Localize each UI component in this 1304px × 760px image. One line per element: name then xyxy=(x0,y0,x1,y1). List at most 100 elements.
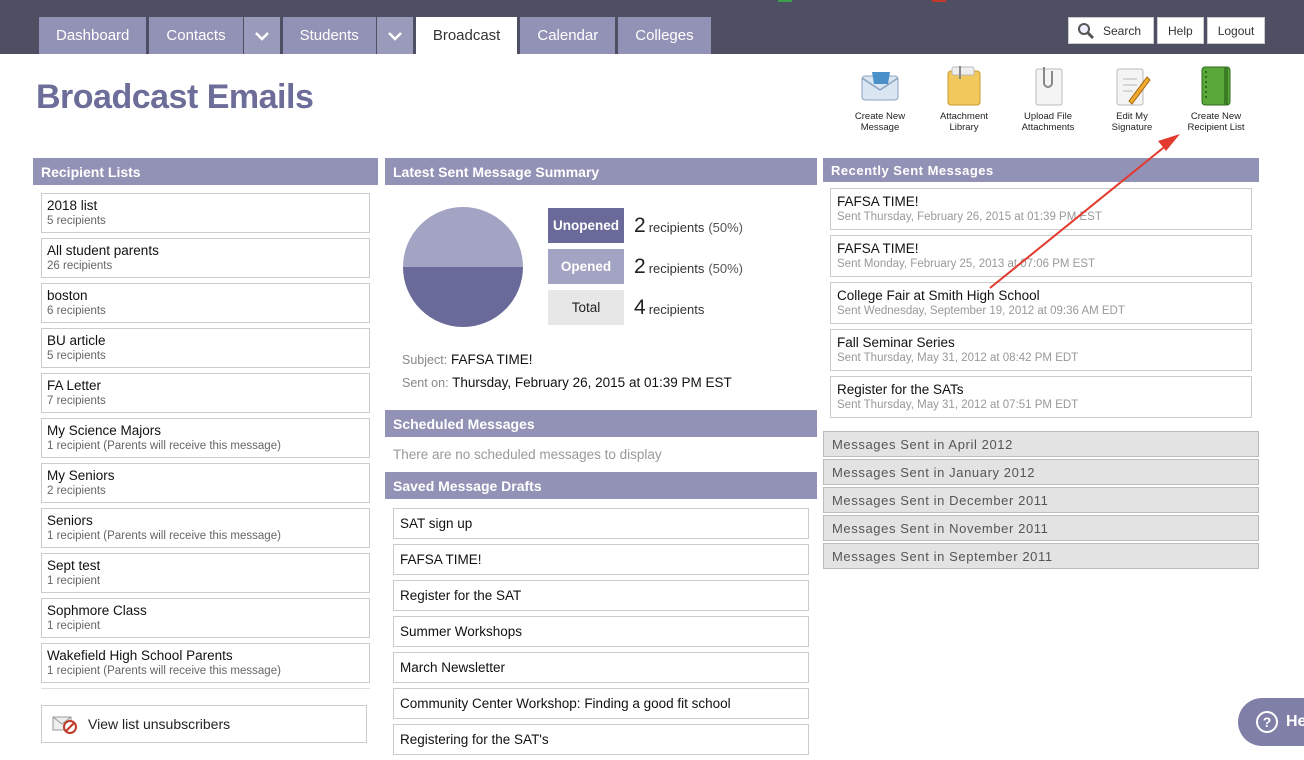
tool-label: Create New xyxy=(854,111,906,122)
top-nav-bar: Dashboard Contacts Students Broadcast Ca… xyxy=(0,0,1304,54)
draft-item[interactable]: Summer Workshops xyxy=(393,616,809,647)
unopened-number: 2 xyxy=(634,214,646,237)
tab-students[interactable]: Students xyxy=(282,17,376,54)
recipient-list-item[interactable]: FA Letter 7 recipients xyxy=(41,373,370,413)
sent-message-title: College Fair at Smith High School xyxy=(837,288,1040,303)
sent-message-item[interactable]: Register for the SATs Sent Thursday, May … xyxy=(830,376,1252,418)
recipient-list-count: 6 recipients xyxy=(47,305,106,317)
recipient-list-item[interactable]: boston 6 recipients xyxy=(41,283,370,323)
recipient-list-item[interactable]: BU article 5 recipients xyxy=(41,328,370,368)
attachment-library-button[interactable]: Attachment Library xyxy=(922,64,1006,133)
drafts-heading: Saved Message Drafts xyxy=(385,472,817,499)
tab-contacts[interactable]: Contacts xyxy=(149,17,243,54)
draft-item[interactable]: Registering for the SAT's xyxy=(393,724,809,755)
pie-slice-unopened xyxy=(403,267,523,327)
recipient-list-count: 5 recipients xyxy=(47,215,106,227)
create-new-recipient-list-button[interactable]: Create New Recipient List xyxy=(1174,64,1258,133)
no-mail-icon xyxy=(52,716,77,734)
recently-sent-list: FAFSA TIME! Sent Thursday, February 26, 2… xyxy=(830,188,1252,423)
create-new-message-button[interactable]: Create New Message xyxy=(838,64,922,133)
help-link[interactable]: Help xyxy=(1157,17,1204,44)
tab-colleges[interactable]: Colleges xyxy=(618,17,711,54)
sent-message-date: Sent Thursday, May 31, 2012 at 08:42 PM … xyxy=(837,352,1079,364)
recipient-list-count: 5 recipients xyxy=(47,350,106,362)
tab-broadcast[interactable]: Broadcast xyxy=(415,17,518,54)
tab-calendar[interactable]: Calendar xyxy=(520,17,616,54)
search-label: Search xyxy=(1103,23,1142,38)
sent-message-date: Sent Wednesday, September 19, 2012 at 09… xyxy=(837,305,1125,317)
chevron-down-icon xyxy=(254,31,269,41)
recipient-list-item[interactable]: My Seniors 2 recipients xyxy=(41,463,370,503)
sent-message-item[interactable]: Fall Seminar Series Sent Thursday, May 31… xyxy=(830,329,1252,371)
search-icon xyxy=(1078,22,1095,39)
sent-message-date: Sent Thursday, February 26, 2015 at 01:3… xyxy=(837,211,1102,223)
recently-sent-heading: Recently Sent Messages xyxy=(823,158,1259,182)
recipient-list-item[interactable]: Wakefield High School Parents 1 recipient… xyxy=(41,643,370,683)
sent-message-item[interactable]: College Fair at Smith High School Sent We… xyxy=(830,282,1252,324)
archive-month-item[interactable]: Messages Sent in January 2012 xyxy=(823,459,1259,485)
question-icon: ? xyxy=(1256,711,1278,733)
sent-message-item[interactable]: FAFSA TIME! Sent Thursday, February 26, 2… xyxy=(830,188,1252,230)
unopened-percent: (50%) xyxy=(708,220,744,235)
archive-month-item[interactable]: Messages Sent in April 2012 xyxy=(823,431,1259,457)
recipient-list-name: Wakefield High School Parents xyxy=(47,648,233,663)
draft-item[interactable]: Register for the SAT xyxy=(393,580,809,611)
help-widget-button[interactable]: ? He xyxy=(1238,698,1304,746)
scheduled-empty-text: There are no scheduled messages to displ… xyxy=(393,447,662,462)
recipient-list-item[interactable]: Seniors 1 recipient (Parents will receive… xyxy=(41,508,370,548)
recipient-list-count: 1 recipient (Parents will receive this m… xyxy=(47,665,281,677)
unopened-count: 2 recipients (50%) xyxy=(634,214,743,238)
divider xyxy=(41,688,370,689)
open-rate-pie-chart xyxy=(403,207,523,327)
sent-message-title: Register for the SATs xyxy=(837,382,964,397)
recipient-list-count: 2 recipients xyxy=(47,485,106,497)
students-dropdown-button[interactable] xyxy=(376,17,413,54)
edit-my-signature-button[interactable]: Edit My Signature xyxy=(1090,64,1174,133)
logout-link[interactable]: Logout xyxy=(1206,17,1266,44)
subject-label: Subject: xyxy=(402,353,448,367)
recipient-list-count: 1 recipient xyxy=(47,620,101,632)
drafts-list: SAT sign up FAFSA TIME! Register for the S… xyxy=(393,508,809,760)
unsubscribers-label: View list unsubscribers xyxy=(88,716,231,732)
unopened-unit: recipients xyxy=(648,220,705,235)
broadcast-toolbar: Create New Message Attachment Library Uplo… xyxy=(838,64,1258,133)
tool-label: Library xyxy=(949,122,979,133)
archive-month-item[interactable]: Messages Sent in September 2011 xyxy=(823,543,1259,569)
tab-dashboard[interactable]: Dashboard xyxy=(39,17,147,54)
recipient-list-item[interactable]: Sophmore Class 1 recipient xyxy=(41,598,370,638)
subject-value: FAFSA TIME! xyxy=(450,352,533,367)
search-button[interactable]: Search xyxy=(1068,17,1154,44)
recipient-list-name: Sept test xyxy=(47,558,101,573)
opened-percent: (50%) xyxy=(708,261,744,276)
sent-message-title: FAFSA TIME! xyxy=(837,194,919,209)
status-mark xyxy=(932,0,946,2)
recipient-list-item[interactable]: 2018 list 5 recipients xyxy=(41,193,370,233)
contacts-dropdown-button[interactable] xyxy=(243,17,280,54)
recipient-list-item[interactable]: My Science Majors 1 recipient (Parents wi… xyxy=(41,418,370,458)
total-number: 4 xyxy=(634,296,646,319)
archive-list: Messages Sent in April 2012 Messages Sent… xyxy=(823,431,1259,571)
recipient-list-count: 1 recipient (Parents will receive this m… xyxy=(47,530,281,542)
help-widget-label: He xyxy=(1286,713,1304,730)
archive-month-item[interactable]: Messages Sent in December 2011 xyxy=(823,487,1259,513)
recipient-list-name: Sophmore Class xyxy=(47,603,147,618)
total-count: 4 recipients xyxy=(634,296,704,320)
sent-message-item[interactable]: FAFSA TIME! Sent Monday, February 25, 201… xyxy=(830,235,1252,277)
recipient-list-item[interactable]: All student parents 26 recipients xyxy=(41,238,370,278)
opened-count: 2 recipients (50%) xyxy=(634,255,743,279)
chevron-down-icon xyxy=(387,31,402,41)
paperclip-document-icon xyxy=(1026,64,1070,108)
draft-item[interactable]: March Newsletter xyxy=(393,652,809,683)
draft-item[interactable]: FAFSA TIME! xyxy=(393,544,809,575)
view-unsubscribers-button[interactable]: View list unsubscribers xyxy=(41,705,367,743)
tool-label: Attachments xyxy=(1021,122,1075,133)
opened-number: 2 xyxy=(634,255,646,278)
draft-item[interactable]: Community Center Workshop: Finding a goo… xyxy=(393,688,809,719)
archive-month-item[interactable]: Messages Sent in November 2011 xyxy=(823,515,1259,541)
upload-file-attachments-button[interactable]: Upload File Attachments xyxy=(1006,64,1090,133)
recipient-list-name: FA Letter xyxy=(47,378,102,393)
draft-item[interactable]: SAT sign up xyxy=(393,508,809,539)
recipient-list-item[interactable]: Sept test 1 recipient xyxy=(41,553,370,593)
sent-message-date: Sent Monday, February 25, 2013 at 07:06 … xyxy=(837,258,1096,270)
tool-label: Attachment xyxy=(939,111,989,122)
